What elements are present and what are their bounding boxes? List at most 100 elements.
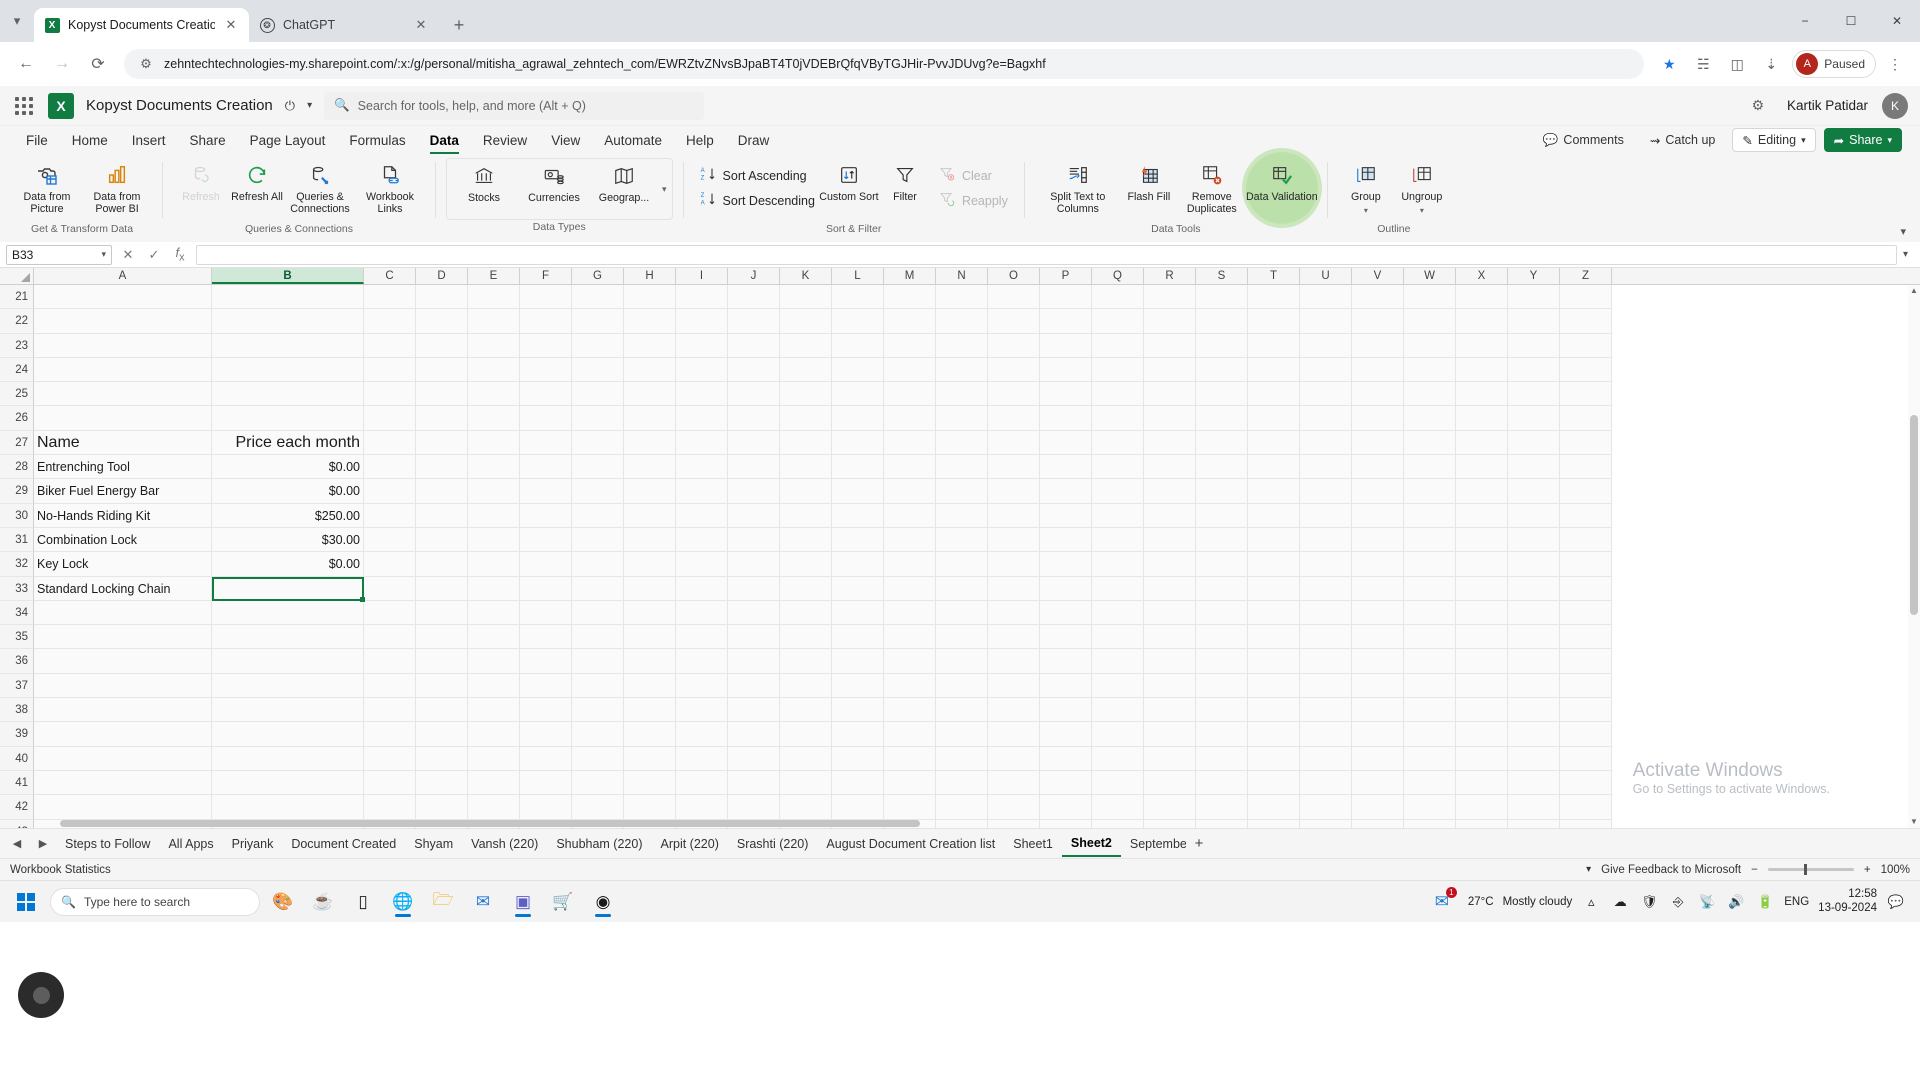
cell-W33[interactable] — [1404, 576, 1456, 601]
cell-Y27[interactable] — [1508, 430, 1560, 456]
cell-B26[interactable] — [212, 406, 364, 431]
cell-C38[interactable] — [364, 698, 416, 723]
sheet-tab-sheet1[interactable]: Sheet1 — [1004, 831, 1062, 857]
cell-B33[interactable] — [212, 576, 364, 601]
column-header-C[interactable]: C — [364, 268, 416, 284]
cell-J31[interactable] — [728, 527, 780, 553]
cell-T25[interactable] — [1248, 382, 1300, 407]
chevron-down-icon[interactable]: ▾ — [101, 249, 106, 260]
zoom-slider[interactable] — [1767, 864, 1854, 875]
cell-X38[interactable] — [1456, 698, 1508, 723]
cell-F22[interactable] — [520, 309, 572, 334]
tab-home[interactable]: Home — [60, 126, 120, 154]
row-header-31[interactable]: 31 — [0, 527, 34, 553]
search-input[interactable]: 🔍 Search for tools, help, and more (Alt … — [324, 91, 705, 120]
cell-Y23[interactable] — [1508, 333, 1560, 358]
cell-Q35[interactable] — [1092, 625, 1144, 650]
chrome-window-icon[interactable]: ◉ — [586, 885, 620, 919]
cell-W41[interactable] — [1404, 770, 1456, 796]
cell-A33[interactable]: Standard Locking Chain — [34, 576, 212, 601]
security-icon[interactable]: 🛡 — [1639, 892, 1659, 912]
notification-center-icon[interactable]: 💬 — [1886, 892, 1906, 912]
cell-J35[interactable] — [728, 625, 780, 650]
cell-B29[interactable]: $0.00 — [212, 479, 364, 504]
cell-T34[interactable] — [1248, 600, 1300, 626]
cell-L24[interactable] — [832, 357, 884, 383]
cell-L32[interactable] — [832, 552, 884, 577]
row-header-34[interactable]: 34 — [0, 600, 34, 626]
browser-tab-excel[interactable]: X Kopyst Documents Creation.xls ✕ — [34, 8, 249, 42]
cell-B25[interactable] — [212, 382, 364, 407]
cell-X39[interactable] — [1456, 722, 1508, 747]
column-header-U[interactable]: U — [1300, 268, 1352, 284]
cell-U40[interactable] — [1300, 746, 1352, 771]
cell-R39[interactable] — [1144, 722, 1196, 747]
cell-K21[interactable] — [780, 285, 832, 310]
cell-W40[interactable] — [1404, 746, 1456, 771]
tab-formulas[interactable]: Formulas — [337, 126, 417, 154]
cell-K29[interactable] — [780, 479, 832, 504]
cell-Y33[interactable] — [1508, 576, 1560, 601]
cell-J24[interactable] — [728, 357, 780, 383]
cell-M35[interactable] — [884, 625, 936, 650]
cell-V36[interactable] — [1352, 649, 1404, 674]
cell-M42[interactable] — [884, 795, 936, 820]
cell-E29[interactable] — [468, 479, 520, 504]
tab-insert[interactable]: Insert — [120, 126, 178, 154]
cell-U25[interactable] — [1300, 382, 1352, 407]
cell-C37[interactable] — [364, 673, 416, 699]
cell-I40[interactable] — [676, 746, 728, 771]
cell-C42[interactable] — [364, 795, 416, 820]
cell-G30[interactable] — [572, 503, 624, 528]
cell-K32[interactable] — [780, 552, 832, 577]
cell-F30[interactable] — [520, 503, 572, 528]
cell-X33[interactable] — [1456, 576, 1508, 601]
cell-B41[interactable] — [212, 770, 364, 796]
cell-H42[interactable] — [624, 795, 676, 820]
cell-P27[interactable] — [1040, 430, 1092, 456]
cell-S28[interactable] — [1196, 455, 1248, 480]
cell-A29[interactable]: Biker Fuel Energy Bar — [34, 479, 212, 504]
cell-J22[interactable] — [728, 309, 780, 334]
cell-K37[interactable] — [780, 673, 832, 699]
tab-share[interactable]: Share — [178, 126, 238, 154]
cell-L38[interactable] — [832, 698, 884, 723]
cell-L34[interactable] — [832, 600, 884, 626]
cell-T36[interactable] — [1248, 649, 1300, 674]
cell-N32[interactable] — [936, 552, 988, 577]
cell-S27[interactable] — [1196, 430, 1248, 456]
cell-D39[interactable] — [416, 722, 468, 747]
cell-Y32[interactable] — [1508, 552, 1560, 577]
cell-D35[interactable] — [416, 625, 468, 650]
teams-icon[interactable]: ▣ — [506, 885, 540, 919]
cell-O29[interactable] — [988, 479, 1040, 504]
cell-P36[interactable] — [1040, 649, 1092, 674]
cell-A25[interactable] — [34, 382, 212, 407]
avatar[interactable]: K — [1882, 92, 1908, 119]
cell-M27[interactable] — [884, 430, 936, 456]
sheet-tab-steps-to-follow[interactable]: Steps to Follow — [56, 831, 159, 857]
cancel-icon[interactable]: ✕ — [118, 247, 138, 263]
cell-P25[interactable] — [1040, 382, 1092, 407]
column-header-I[interactable]: I — [676, 268, 728, 284]
cell-S29[interactable] — [1196, 479, 1248, 504]
cell-N28[interactable] — [936, 455, 988, 480]
cell-Z21[interactable] — [1560, 285, 1612, 310]
cell-W42[interactable] — [1404, 795, 1456, 820]
cell-D23[interactable] — [416, 333, 468, 358]
cell-K23[interactable] — [780, 333, 832, 358]
column-header-X[interactable]: X — [1456, 268, 1508, 284]
cell-B28[interactable]: $0.00 — [212, 455, 364, 480]
cell-A36[interactable] — [34, 649, 212, 674]
cell-A39[interactable] — [34, 722, 212, 747]
cell-C32[interactable] — [364, 552, 416, 577]
cell-L22[interactable] — [832, 309, 884, 334]
cell-D38[interactable] — [416, 698, 468, 723]
cell-N29[interactable] — [936, 479, 988, 504]
cell-K26[interactable] — [780, 406, 832, 431]
cell-T39[interactable] — [1248, 722, 1300, 747]
cell-R37[interactable] — [1144, 673, 1196, 699]
cell-C24[interactable] — [364, 357, 416, 383]
cell-P31[interactable] — [1040, 527, 1092, 553]
cell-B42[interactable] — [212, 795, 364, 820]
